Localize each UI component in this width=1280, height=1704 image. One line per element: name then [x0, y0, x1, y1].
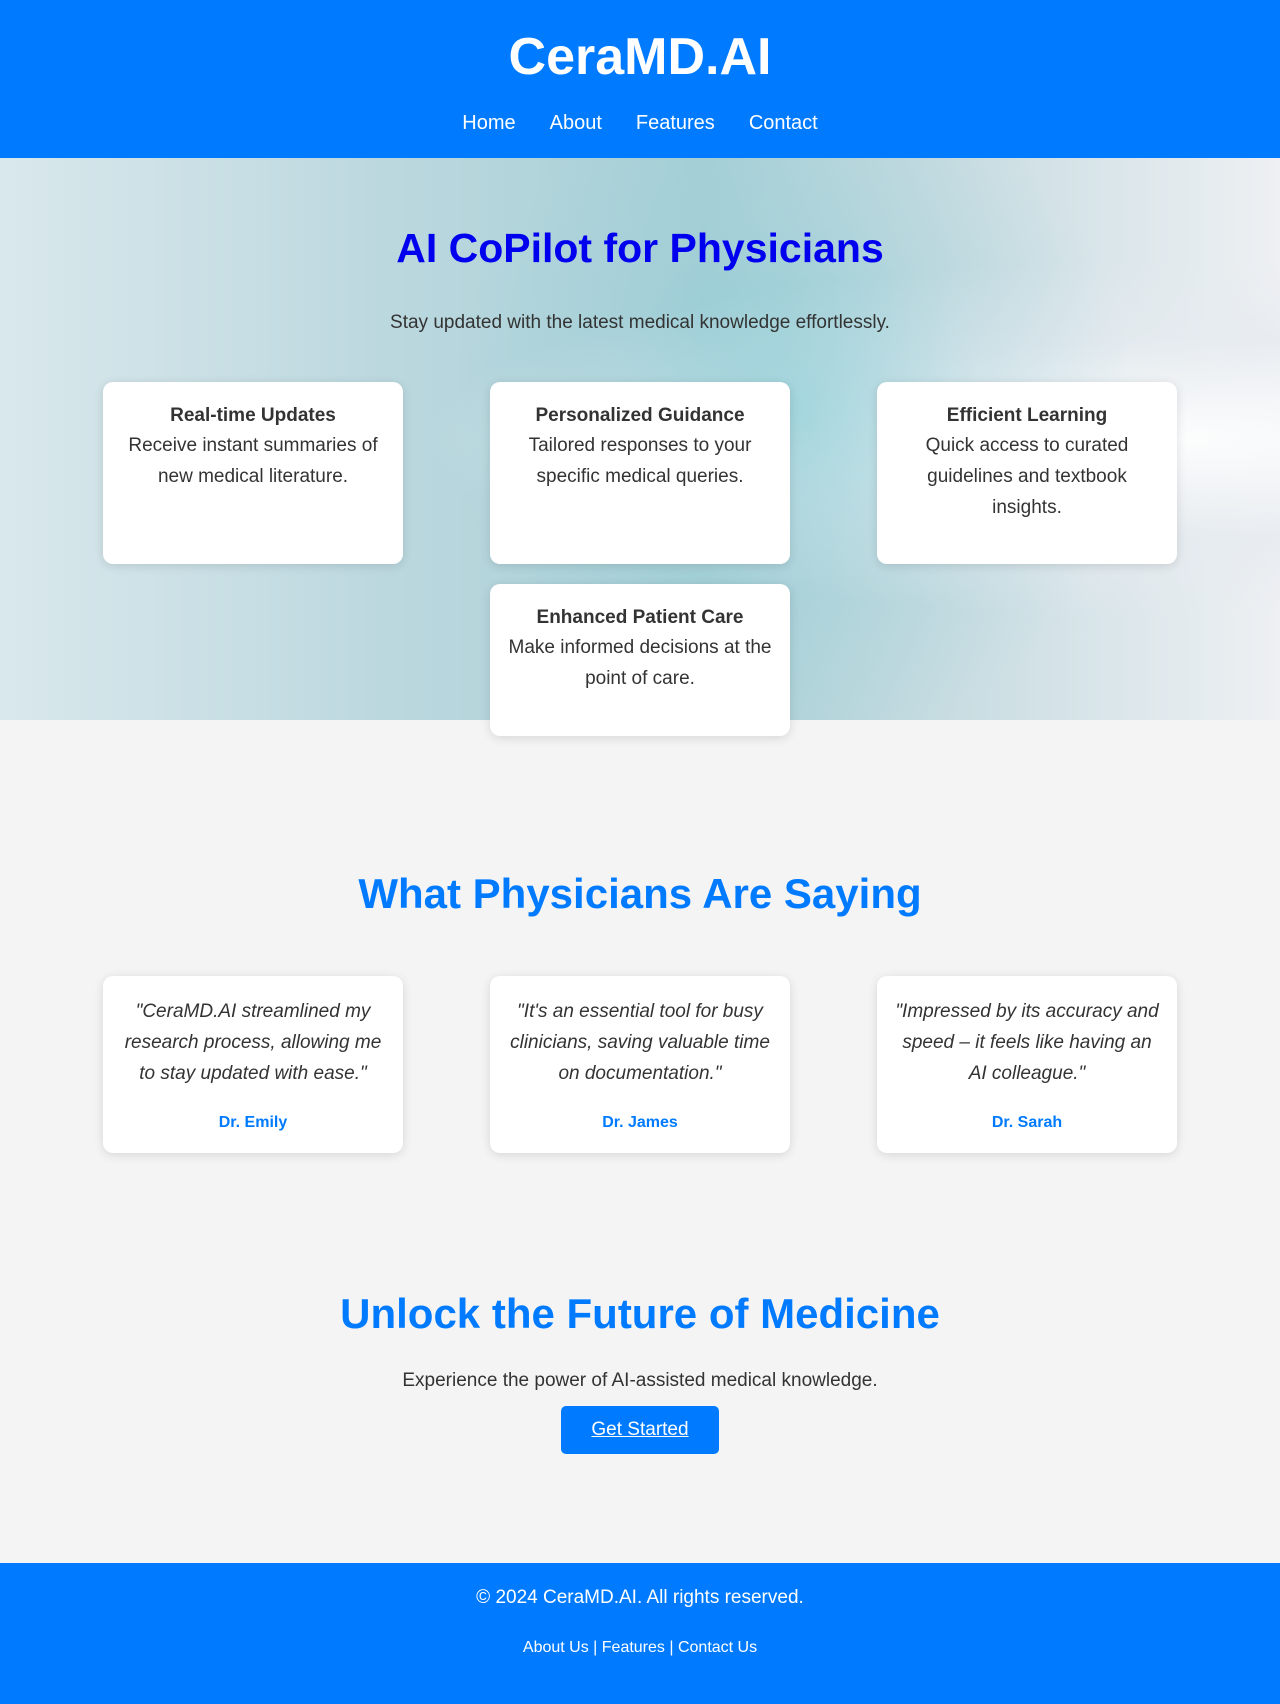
feature-title: Personalized Guidance	[535, 405, 745, 426]
cta-text: Experience the power of AI-assisted medi…	[402, 1370, 878, 1391]
main-nav: Home About Features Contact	[0, 112, 1280, 135]
cta-title: Unlock the Future of Medicine	[340, 1290, 940, 1337]
testimonial-author: Dr. Sarah	[991, 1114, 1063, 1131]
feature-card: Real-time Updates Receive instant summari…	[103, 382, 403, 564]
testimonials-section: What Physicians Are Saying "CeraMD.AI st…	[0, 720, 1280, 1153]
footer-about-link[interactable]: About Us	[523, 1639, 589, 1656]
feature-card: Efficient Learning Quick access to curate…	[877, 382, 1177, 564]
testimonial-quote: "Impressed by its accuracy and speed – i…	[895, 1001, 1159, 1084]
feature-text: Tailored responses to your specific medi…	[528, 435, 752, 487]
testimonial-quote: "CeraMD.AI streamlined my research proce…	[124, 1001, 382, 1084]
separator: |	[593, 1639, 598, 1656]
footer-contact-link[interactable]: Contact Us	[678, 1639, 757, 1656]
testimonial-author: Dr. Emily	[218, 1114, 288, 1131]
hero-title: AI CoPilot for Physicians	[396, 225, 884, 271]
testimonials-title: What Physicians Are Saying	[358, 870, 922, 917]
footer-features-link[interactable]: Features	[602, 1639, 665, 1656]
testimonial-author: Dr. James	[602, 1114, 678, 1131]
feature-text: Quick access to curated guidelines and t…	[925, 435, 1129, 518]
feature-cards: Real-time Updates Receive instant summari…	[103, 382, 1177, 736]
feature-text: Make informed decisions at the point of …	[508, 637, 772, 689]
nav-features[interactable]: Features	[636, 112, 715, 135]
testimonial-card: "CeraMD.AI streamlined my research proce…	[103, 976, 403, 1153]
hero-section: AI CoPilot for Physicians Stay updated w…	[0, 158, 1280, 736]
feature-title: Real-time Updates	[170, 405, 336, 426]
site-header: CeraMD.AI Home About Features Contact	[0, 0, 1280, 158]
site-footer: © 2024 CeraMD.AI. All rights reserved. A…	[0, 1563, 1280, 1704]
nav-contact[interactable]: Contact	[749, 112, 818, 135]
copyright: © 2024 CeraMD.AI. All rights reserved.	[476, 1587, 804, 1608]
nav-home[interactable]: Home	[462, 112, 515, 135]
testimonial-quote: "It's an essential tool for busy clinici…	[510, 1001, 770, 1084]
feature-card: Enhanced Patient Care Make informed decis…	[490, 584, 790, 736]
brand-logo: CeraMD.AI	[508, 28, 772, 86]
testimonial-card: "Impressed by its accuracy and speed – i…	[877, 976, 1177, 1153]
separator: |	[669, 1639, 674, 1656]
feature-text: Receive instant summaries of new medical…	[128, 435, 378, 487]
cta-section: Unlock the Future of Medicine Experience…	[0, 1153, 1280, 1454]
hero-subtitle: Stay updated with the latest medical kno…	[390, 312, 890, 333]
testimonial-card: "It's an essential tool for busy clinici…	[490, 976, 790, 1153]
nav-about[interactable]: About	[550, 112, 602, 135]
feature-title: Efficient Learning	[946, 405, 1108, 426]
feature-title: Enhanced Patient Care	[536, 607, 744, 628]
get-started-button[interactable]: Get Started	[561, 1406, 719, 1454]
feature-card: Personalized Guidance Tailored responses …	[490, 382, 790, 564]
